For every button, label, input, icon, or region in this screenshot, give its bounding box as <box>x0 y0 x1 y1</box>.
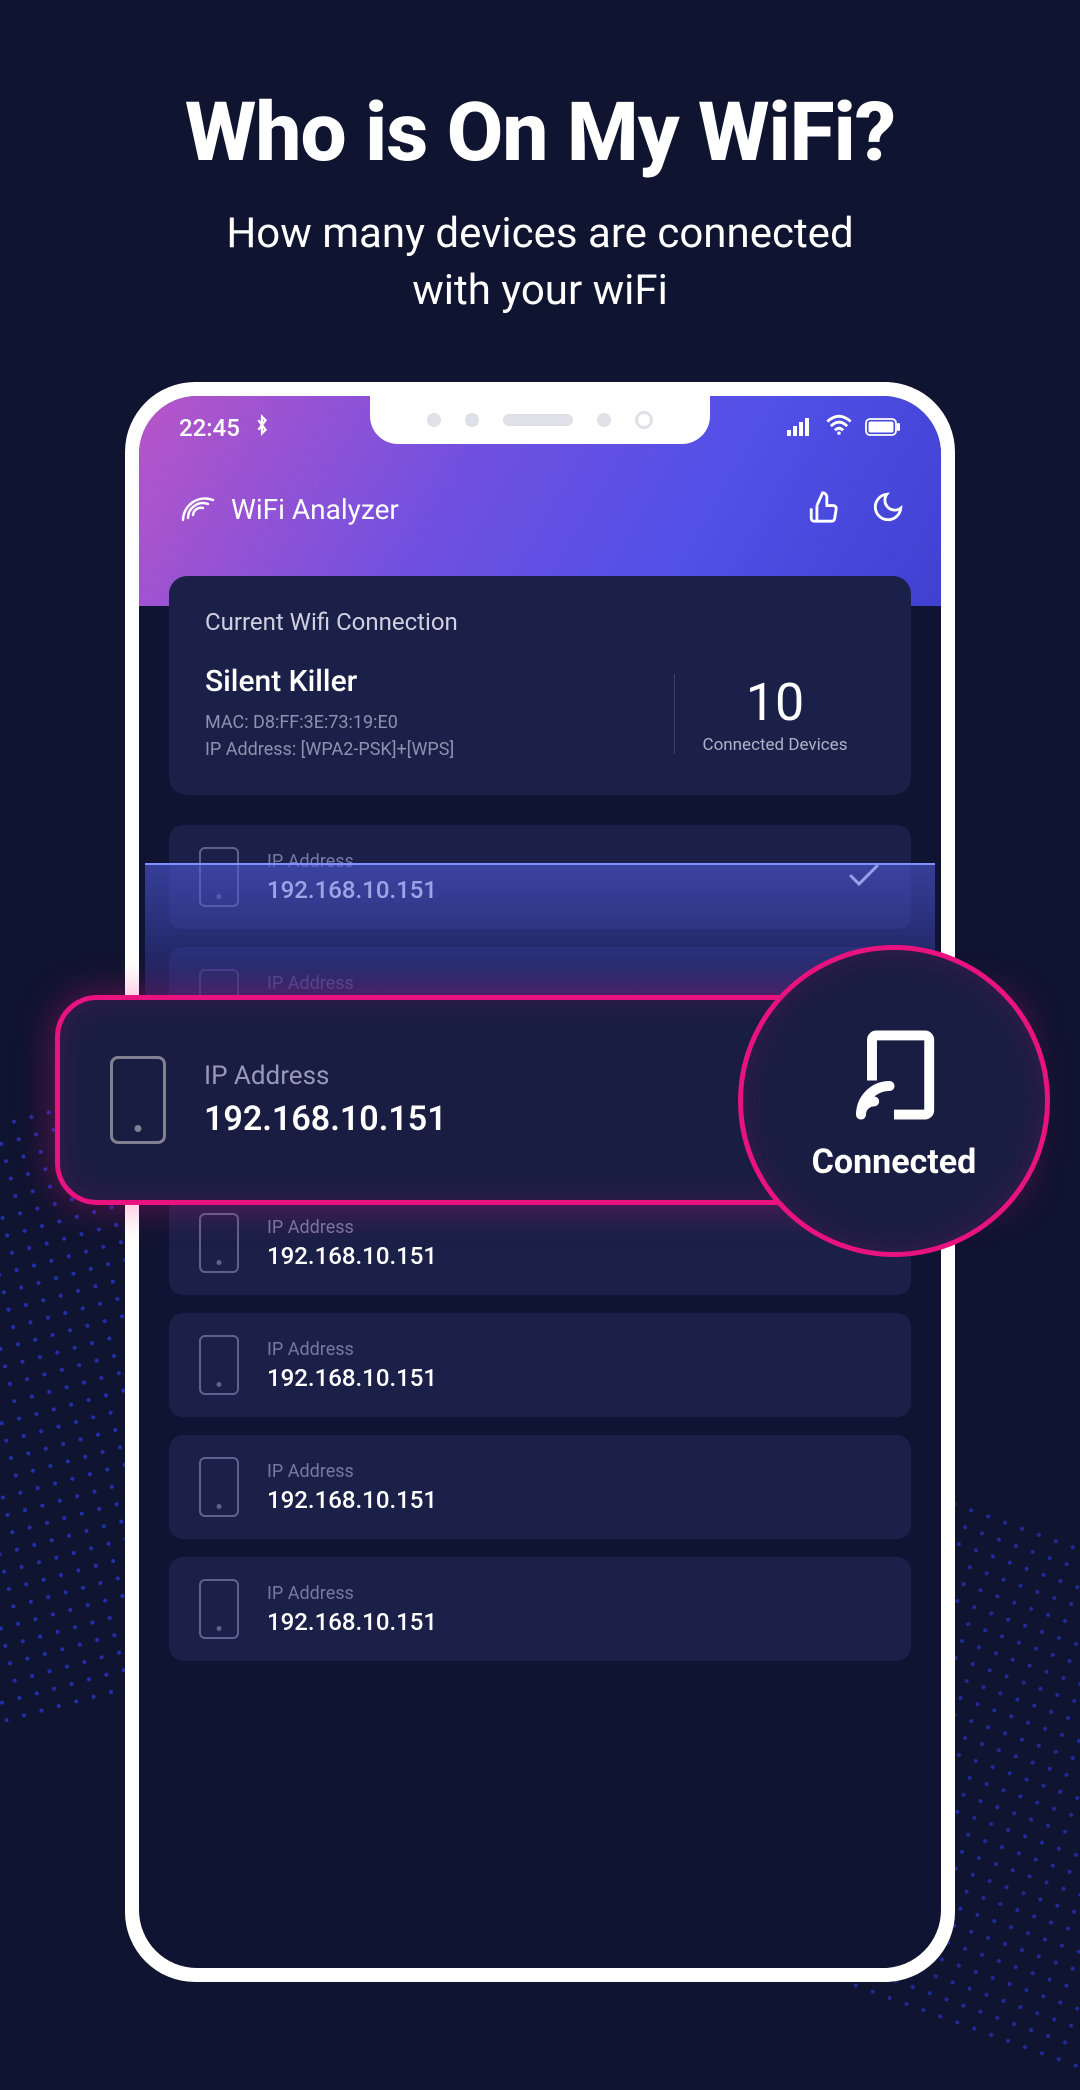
device-row[interactable]: IP Address 192.168.10.151 <box>169 1557 911 1661</box>
phone-icon <box>110 1056 166 1144</box>
phone-icon <box>199 1213 239 1273</box>
wifi-security: IP Address: [WPA2-PSK]+[WPS] <box>205 736 654 763</box>
wifi-logo-icon <box>175 486 221 532</box>
device-count: 10 <box>675 672 875 733</box>
device-label: IP Address <box>267 1217 881 1238</box>
device-row[interactable]: IP Address 192.168.10.151 <box>169 1313 911 1417</box>
device-ip: 192.168.10.151 <box>267 1608 881 1636</box>
device-ip: 192.168.10.151 <box>267 1364 881 1392</box>
highlighted-device-card[interactable]: IP Address 192.168.10.151 Connected <box>55 995 1025 1205</box>
app-logo: WiFi Analyzer <box>175 486 399 532</box>
device-ip: 192.168.10.151 <box>267 1242 881 1270</box>
bluetooth-icon <box>254 413 270 443</box>
status-bar: 22:45 <box>139 408 941 448</box>
signal-icon <box>787 414 813 442</box>
app-header: WiFi Analyzer <box>139 474 941 544</box>
app-name: WiFi Analyzer <box>231 493 399 526</box>
hero-subtitle: How many devices are connected with your… <box>0 206 1080 319</box>
wifi-icon <box>825 414 853 442</box>
hero-title: Who is On My WiFi? <box>0 0 1080 181</box>
battery-icon <box>865 414 901 442</box>
highlighted-device-callout: IP Address 192.168.10.151 Connected <box>55 995 1025 1205</box>
cast-icon <box>839 1020 949 1130</box>
wifi-mac: MAC: D8:FF:3E:73:19:E0 <box>205 709 654 736</box>
phone-icon <box>199 1335 239 1395</box>
current-wifi-card[interactable]: Current Wifi Connection Silent Killer MA… <box>169 576 911 795</box>
wifi-card-title: Current Wifi Connection <box>205 608 875 636</box>
device-label: IP Address <box>267 1583 881 1604</box>
wifi-ssid: Silent Killer <box>205 664 654 699</box>
phone-icon <box>199 1579 239 1639</box>
theme-toggle-button[interactable] <box>871 490 905 528</box>
thumbs-up-button[interactable] <box>807 490 841 528</box>
phone-icon <box>199 1457 239 1517</box>
device-label: IP Address <box>267 1461 881 1482</box>
device-count-label: Connected Devices <box>675 735 875 755</box>
device-ip: 192.168.10.151 <box>267 1486 881 1514</box>
device-label: IP Address <box>267 1339 881 1360</box>
connected-badge: Connected <box>738 945 1050 1257</box>
connected-label: Connected <box>812 1142 977 1182</box>
status-time: 22:45 <box>179 414 240 442</box>
device-row[interactable]: IP Address 192.168.10.151 <box>169 1435 911 1539</box>
